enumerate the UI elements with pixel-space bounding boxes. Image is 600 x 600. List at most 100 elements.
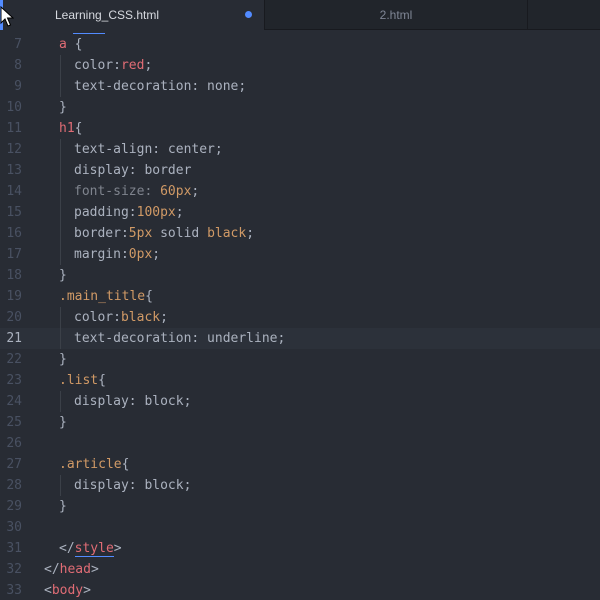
code-line-21[interactable]: 21 text-decoration: underline;: [0, 328, 600, 349]
line-number: 13: [6, 163, 22, 178]
indent-guide: [60, 181, 61, 202]
line-number: 22: [6, 352, 22, 367]
indent-guide: [60, 202, 61, 223]
code-text: </head>: [44, 559, 99, 580]
code-token: </: [44, 562, 60, 577]
code-line-7[interactable]: 7 a {: [0, 34, 600, 55]
tab-label: 2.html: [379, 8, 413, 22]
code-token: text-decoration: underline;: [74, 331, 286, 346]
line-number: 14: [6, 184, 22, 199]
indent-guide: [60, 391, 61, 412]
line-number: 8: [14, 58, 22, 73]
tab-2-html[interactable]: 2.html: [265, 0, 528, 30]
code-text: color:red;: [74, 55, 152, 76]
code-token: border:: [74, 226, 129, 241]
code-token: ;: [175, 205, 184, 220]
code-line-23[interactable]: 23 .list{: [0, 370, 600, 391]
code-line-31[interactable]: 31 </style>: [0, 538, 600, 559]
line-number: 18: [6, 268, 22, 283]
line-number: 19: [6, 289, 22, 304]
code-text: .main_title{: [59, 286, 153, 307]
tab-bar: Learning_CSS.html 2.html: [0, 0, 600, 30]
line-number: 16: [6, 226, 22, 241]
code-text: text-align: center;: [74, 139, 223, 160]
code-text: color:black;: [74, 307, 168, 328]
line-number: 21: [6, 331, 22, 346]
code-token: h1: [59, 121, 75, 136]
code-token: padding:: [74, 205, 137, 220]
tab-learning-css[interactable]: Learning_CSS.html: [0, 0, 265, 30]
code-line-8[interactable]: 8 color:red;: [0, 55, 600, 76]
code-token: {: [74, 121, 83, 136]
code-line-27[interactable]: 27 .article{: [0, 454, 600, 475]
line-number: 20: [6, 310, 22, 325]
mouse-pointer-icon: [0, 6, 14, 27]
code-text: }: [59, 496, 67, 517]
code-line-29[interactable]: 29}: [0, 496, 600, 517]
code-token: solid: [152, 226, 208, 241]
code-token: ;: [160, 310, 168, 325]
code-token: ;: [191, 184, 200, 199]
line-number: 25: [6, 415, 22, 430]
code-line-20[interactable]: 20 color:black;: [0, 307, 600, 328]
code-line-16[interactable]: 16 border:5px solid black;: [0, 223, 600, 244]
code-line-13[interactable]: 13 display: border: [0, 160, 600, 181]
code-token: }: [59, 499, 67, 514]
line-number: 30: [6, 520, 22, 535]
line-number: 9: [14, 79, 22, 94]
code-token: margin:: [74, 247, 129, 262]
code-text: h1{: [59, 118, 82, 139]
code-token: black: [120, 310, 161, 325]
code-text: }: [59, 97, 67, 118]
code-text: text-decoration: none;: [74, 76, 246, 97]
code-token: .main_title: [59, 289, 146, 304]
code-token: display: block;: [74, 394, 192, 409]
code-line-18[interactable]: 18}: [0, 265, 600, 286]
indent-guide: [60, 244, 61, 265]
code-token: 60px: [160, 184, 192, 199]
line-number: 24: [6, 394, 22, 409]
indent-guide: [60, 55, 61, 76]
code-token: body: [51, 583, 84, 598]
tab-label: Learning_CSS.html: [54, 8, 160, 22]
indent-guide: [60, 160, 61, 181]
code-token: .list: [59, 373, 99, 388]
code-line-28[interactable]: 28 display: block;: [0, 475, 600, 496]
code-text: padding:100px;: [74, 202, 184, 223]
code-token: 100px: [136, 205, 176, 220]
modified-dot-icon[interactable]: [245, 11, 252, 18]
code-line-9[interactable]: 9 text-decoration: none;: [0, 76, 600, 97]
code-text: <body>: [44, 580, 91, 600]
code-token: ;: [152, 247, 161, 262]
code-line-11[interactable]: 11 h1{: [0, 118, 600, 139]
indent-guide: [60, 328, 61, 349]
code-line-12[interactable]: 12 text-align: center;: [0, 139, 600, 160]
line-number: 29: [6, 499, 22, 514]
code-token: 0px: [128, 247, 153, 262]
code-token: display: block;: [74, 478, 192, 493]
code-text: a {: [59, 34, 82, 55]
code-token: 5px: [128, 226, 153, 241]
code-line-33[interactable]: 33 <body>: [0, 580, 600, 600]
code-line-10[interactable]: 10}: [0, 97, 600, 118]
indent-guide: [60, 223, 61, 244]
code-line-24[interactable]: 24 display: block;: [0, 391, 600, 412]
code-token: ;: [246, 226, 255, 241]
code-token: text-decoration: none;: [74, 79, 247, 94]
line-number: 31: [6, 541, 22, 556]
code-editor[interactable]: 7a { 8 color:red; 9 text-decoration: none; 10…: [0, 30, 600, 600]
code-line-17[interactable]: 17 margin:0px;: [0, 244, 600, 265]
code-token: }: [59, 352, 67, 367]
code-token: .article: [59, 457, 122, 472]
code-token: text-align: center;: [74, 142, 223, 157]
code-line-15[interactable]: 15 padding:100px;: [0, 202, 600, 223]
code-line-25[interactable]: 25}: [0, 412, 600, 433]
line-number: 26: [6, 436, 22, 451]
code-line-30[interactable]: 30: [0, 517, 600, 538]
line-number: 23: [6, 373, 22, 388]
code-line-26[interactable]: 26: [0, 433, 600, 454]
code-line-22[interactable]: 22}: [0, 349, 600, 370]
code-line-14[interactable]: 14 font-size: 60px;: [0, 181, 600, 202]
code-line-32[interactable]: 32 </head>: [0, 559, 600, 580]
code-line-19[interactable]: 19 .main_title{: [0, 286, 600, 307]
